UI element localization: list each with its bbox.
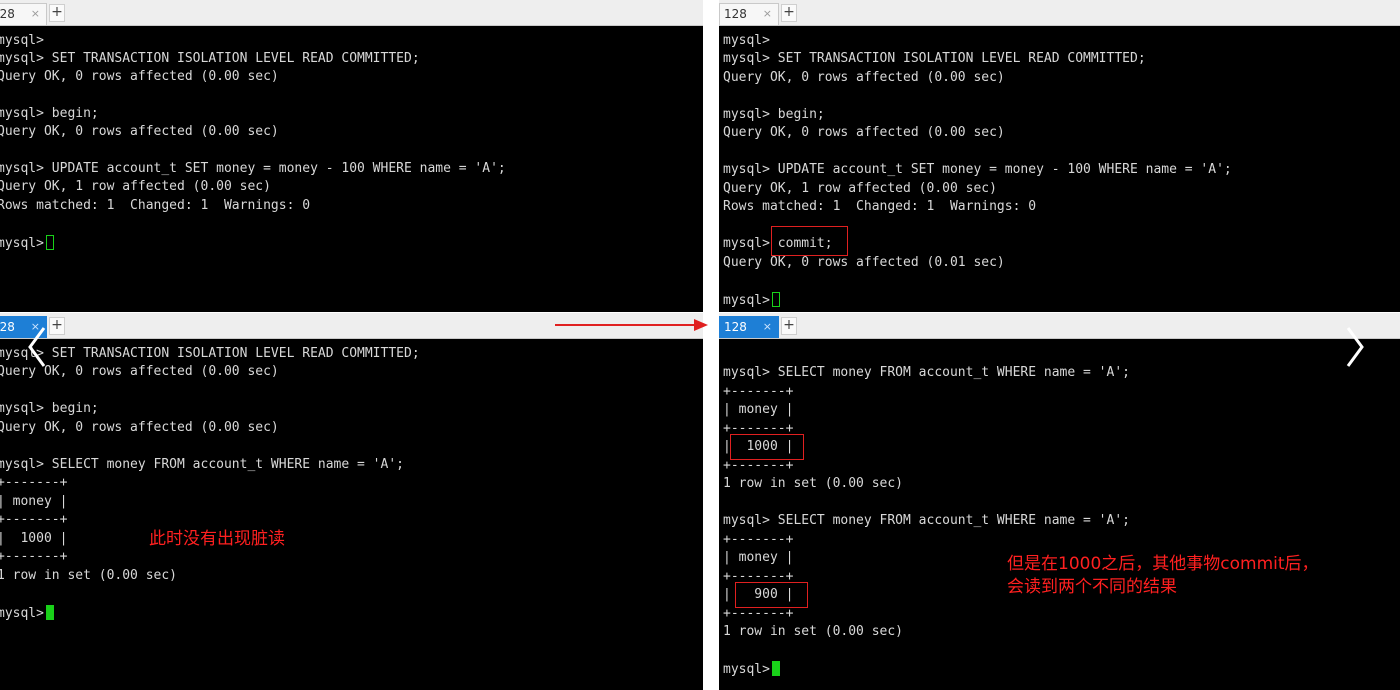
terminal-line: | 1000 |: [0, 531, 68, 546]
chevron-left-icon[interactable]: [20, 322, 54, 372]
close-icon[interactable]: ×: [31, 7, 40, 20]
terminal-line: Query OK, 0 rows affected (0.00 sec): [0, 124, 279, 139]
terminal-line: | money |: [0, 494, 68, 509]
terminal-line: mysql> SELECT money FROM account_t WHERE…: [723, 513, 1130, 528]
terminal-line: | money |: [723, 550, 794, 565]
red-arrow-icon: [555, 319, 708, 331]
pane-top-right: 128 × + mysql> mysql> SET TRANSACTION IS…: [719, 0, 1400, 312]
terminal-line: +-------+: [0, 549, 68, 564]
terminal-line: Query OK, 1 row affected (0.00 sec): [723, 181, 997, 196]
annotation-no-dirty-read: 此时没有出现脏读: [149, 529, 285, 549]
commit-highlight-box: [771, 226, 848, 256]
terminal-line: +-------+: [723, 606, 794, 621]
terminal-line: mysql> SET TRANSACTION ISOLATION LEVEL R…: [0, 51, 420, 66]
pane-bottom-right: 128 × + mysql> SELECT money FROM account…: [719, 313, 1400, 690]
terminal-prompt-line: mysql>: [0, 235, 54, 252]
terminal-line: 1 row in set (0.00 sec): [723, 476, 904, 491]
terminal-prompt-line: mysql>: [723, 661, 780, 678]
terminal-prompt: mysql>: [723, 662, 770, 677]
tab-session[interactable]: 128 ×: [719, 316, 779, 338]
tab-session[interactable]: 128 ×: [719, 3, 779, 25]
close-icon[interactable]: ×: [763, 320, 772, 333]
terminal-line: mysql> UPDATE account_t SET money = mone…: [723, 162, 1232, 177]
terminal-line: Query OK, 0 rows affected (0.00 sec): [723, 70, 1005, 85]
tab-label: 128: [0, 320, 15, 334]
chevron-right-icon[interactable]: [1338, 322, 1372, 372]
terminal-output[interactable]: mysql> SET TRANSACTION ISOLATION LEVEL R…: [0, 339, 703, 690]
pane-top-left: 128 × + mysql> mysql> SET TRANSACTION IS…: [0, 0, 703, 312]
terminal-line: +-------+: [723, 384, 794, 399]
terminal-prompt-line: mysql>: [723, 292, 780, 309]
annotation-non-repeatable-read: 但是在1000之后，其他事物commit后， 会读到两个不同的结果: [1007, 553, 1319, 599]
terminal-line: 1 row in set (0.00 sec): [723, 624, 904, 639]
cursor-icon: [45, 605, 54, 620]
annotation-line: 会读到两个不同的结果: [1007, 577, 1177, 597]
terminal-line: Query OK, 0 rows affected (0.01 sec): [723, 255, 1005, 270]
terminal-prompt: mysql>: [723, 293, 770, 308]
terminal-line: Query OK, 0 rows affected (0.00 sec): [0, 420, 279, 435]
terminal-output[interactable]: mysql> SELECT money FROM account_t WHERE…: [719, 339, 1400, 690]
cursor-icon: [45, 235, 54, 250]
terminal-line: Rows matched: 1 Changed: 1 Warnings: 0: [723, 199, 1037, 214]
terminal-output[interactable]: mysql> mysql> SET TRANSACTION ISOLATION …: [719, 26, 1400, 312]
terminal-line: | money |: [723, 402, 794, 417]
new-tab-button[interactable]: +: [781, 317, 797, 335]
terminal-prompt: mysql>: [0, 606, 44, 621]
terminal-line: +-------+: [0, 475, 68, 490]
terminal-line: +-------+: [0, 512, 68, 527]
tab-bar: 128 × +: [0, 0, 703, 26]
new-tab-button[interactable]: +: [49, 4, 65, 22]
cursor-icon: [771, 292, 780, 307]
tab-label: 128: [0, 7, 15, 21]
cursor-icon: [771, 661, 780, 676]
terminal-line: mysql>: [0, 33, 44, 48]
terminal-line: Rows matched: 1 Changed: 1 Warnings: 0: [0, 198, 311, 213]
terminal-line: mysql> SELECT money FROM account_t WHERE…: [0, 457, 404, 472]
terminal-line: Query OK, 0 rows affected (0.00 sec): [0, 69, 279, 84]
terminal-line: Query OK, 0 rows affected (0.00 sec): [723, 125, 1005, 140]
tab-label: 128: [724, 320, 747, 334]
terminal-line: mysql>: [723, 33, 770, 48]
terminal-prompt-line: mysql>: [0, 605, 54, 622]
pane-bottom-left: 128 × + mysql> SET TRANSACTION ISOLATION…: [0, 313, 703, 690]
tab-bar: 128 × +: [719, 0, 1400, 26]
terminal-line: mysql> SET TRANSACTION ISOLATION LEVEL R…: [0, 346, 420, 361]
tab-label: 128: [724, 7, 747, 21]
terminal-line: mysql> begin;: [0, 401, 99, 416]
terminal-line: mysql> SELECT money FROM account_t WHERE…: [723, 365, 1130, 380]
terminal-line: Query OK, 1 row affected (0.00 sec): [0, 179, 271, 194]
new-tab-button[interactable]: +: [781, 4, 797, 22]
terminal-output[interactable]: mysql> mysql> SET TRANSACTION ISOLATION …: [0, 26, 703, 312]
terminal-prompt: mysql>: [0, 236, 44, 251]
tab-bar: 128 × +: [719, 313, 1400, 339]
terminal-line: mysql> begin;: [723, 107, 825, 122]
terminal-line: mysql> begin;: [0, 106, 99, 121]
annotation-line: 但是在1000之后，其他事物commit后，: [1007, 554, 1319, 574]
terminal-line: +-------+: [723, 458, 794, 473]
close-icon[interactable]: ×: [763, 7, 772, 20]
terminal-line: mysql> UPDATE account_t SET money = mone…: [0, 161, 506, 176]
value-1000-highlight-box: [730, 434, 804, 460]
terminal-line: mysql> SET TRANSACTION ISOLATION LEVEL R…: [723, 51, 1146, 66]
terminal-line: +-------+: [723, 532, 794, 547]
value-900-highlight-box: [735, 582, 808, 608]
tab-session[interactable]: 128 ×: [0, 3, 47, 25]
terminal-line: 1 row in set (0.00 sec): [0, 568, 178, 583]
